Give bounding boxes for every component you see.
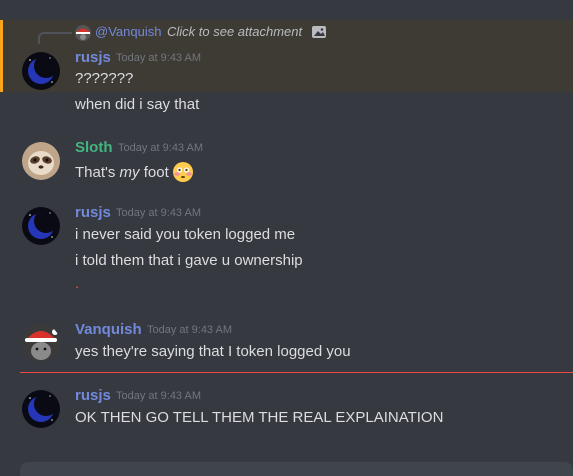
message-group-rusjs-reply[interactable]: @Vanquish Click to see attachment rusjs …: [0, 20, 573, 92]
new-messages-divider: [20, 372, 573, 373]
reply-connector: [38, 32, 72, 44]
author-name[interactable]: Vanquish: [75, 321, 142, 338]
image-icon: [311, 24, 327, 40]
mention-highlight-bar: [0, 20, 3, 92]
message-text: ???????: [75, 70, 134, 87]
avatar[interactable]: [22, 52, 60, 90]
author-name[interactable]: Sloth: [75, 139, 113, 156]
reply-author-name[interactable]: @Vanquish: [95, 24, 161, 39]
message-text: .: [75, 275, 80, 292]
message-text: That's my foot: [75, 161, 194, 183]
avatar[interactable]: [22, 324, 60, 362]
flushed-face-emoji[interactable]: [172, 161, 194, 183]
timestamp: Today at 9:43 AM: [116, 390, 201, 402]
text-segment: That's: [75, 164, 120, 181]
message-text: yes they're saying that I token logged y…: [75, 343, 351, 360]
reply-avatar: [75, 25, 91, 41]
author-name[interactable]: rusjs: [75, 49, 111, 66]
message-group-rusjs[interactable]: rusjs Today at 9:43 AM i never said you …: [0, 202, 573, 297]
message-group-rusjs-last[interactable]: rusjs Today at 9:43 AM OK THEN GO TELL T…: [0, 385, 573, 435]
avatar[interactable]: [22, 207, 60, 245]
message-text: i never said you token logged me: [75, 226, 296, 243]
reply-attachment-text[interactable]: Click to see attachment: [167, 24, 305, 39]
message-text: OK THEN GO TELL THEM THE REAL EXPLAINATI…: [75, 409, 444, 426]
author-name[interactable]: rusjs: [75, 204, 111, 221]
author-name[interactable]: rusjs: [75, 387, 111, 404]
text-segment: foot: [139, 164, 169, 181]
timestamp: Today at 9:43 AM: [147, 324, 232, 336]
timestamp: Today at 9:43 AM: [116, 207, 201, 219]
timestamp: Today at 9:43 AM: [118, 142, 203, 154]
message-text: i told them that i gave u ownership: [75, 252, 303, 269]
chat-message-list: @Vanquish Click to see attachment rusjs …: [0, 0, 573, 476]
message-text: when did i say that: [75, 96, 200, 113]
message-group-vanquish[interactable]: Vanquish Today at 9:43 AM yes they're sa…: [0, 319, 573, 369]
avatar[interactable]: [22, 390, 60, 428]
message-group-sloth[interactable]: Sloth Today at 9:43 AM That's my foot: [0, 137, 573, 187]
italic-text: my: [119, 164, 140, 181]
avatar[interactable]: [22, 142, 60, 180]
timestamp: Today at 9:43 AM: [116, 52, 201, 64]
